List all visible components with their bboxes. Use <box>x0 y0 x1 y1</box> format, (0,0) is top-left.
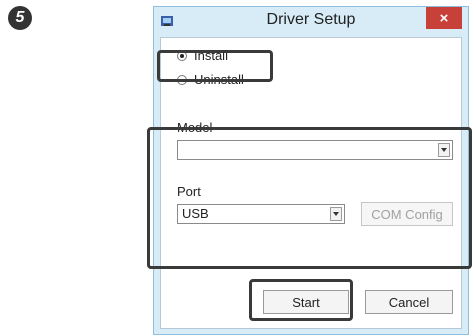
title-bar: Driver Setup × <box>154 7 468 35</box>
close-button[interactable]: × <box>426 7 462 29</box>
cancel-button[interactable]: Cancel <box>365 290 453 314</box>
window-title: Driver Setup <box>266 11 356 28</box>
step-number-badge: 5 <box>8 6 32 30</box>
install-highlight-frame <box>157 50 273 82</box>
start-highlight-frame <box>249 279 353 321</box>
model-port-highlight-frame <box>147 127 472 269</box>
